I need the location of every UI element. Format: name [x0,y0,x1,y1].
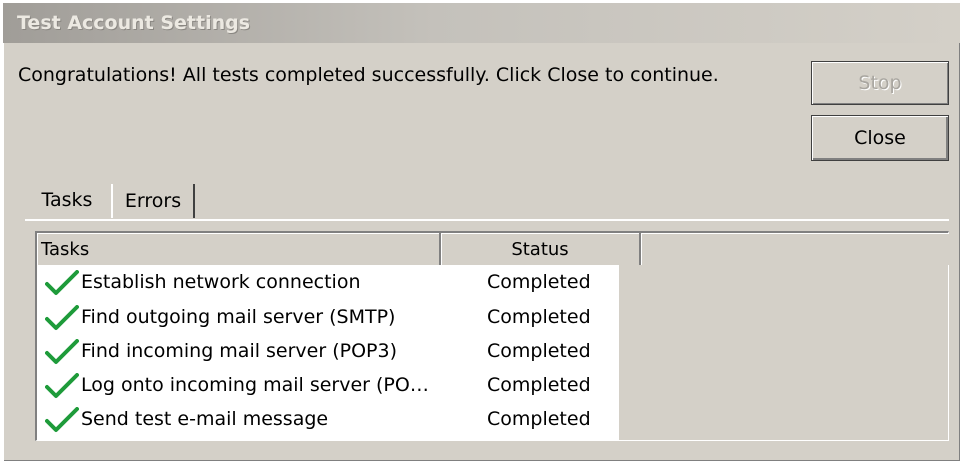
title-bar[interactable]: Test Account Settings [3,3,960,43]
task-name: Find outgoing mail server (SMTP) [81,306,396,328]
column-header-empty [641,233,949,265]
check-icon [45,305,79,330]
stop-button[interactable]: Stop [811,61,949,105]
task-name: Log onto incoming mail server (PO… [81,374,429,396]
tasks-list[interactable]: Tasks Status Establish network connectio… [35,231,949,441]
task-status: Completed [487,271,591,293]
task-name: Find incoming mail server (POP3) [81,340,398,362]
list-header: Tasks Status [37,233,949,265]
tab-tasks[interactable]: Tasks [25,183,109,217]
list-item[interactable]: Find incoming mail server (POP3) Complet… [37,334,619,368]
check-icon [45,407,79,432]
task-status: Completed [487,408,591,430]
check-icon [45,373,79,398]
list-item[interactable]: Find outgoing mail server (SMTP) Complet… [37,300,619,334]
test-account-settings-dialog: Test Account Settings Congratulations! A… [3,3,960,461]
tab-errors[interactable]: Errors [111,184,195,218]
list-rows: Establish network connection Completed F… [37,265,619,441]
task-status: Completed [487,374,591,396]
list-item[interactable]: Establish network connection Completed [37,265,619,299]
task-name: Establish network connection [81,271,361,293]
status-message: Congratulations! All tests completed suc… [18,64,719,86]
list-item[interactable]: Send test e-mail message Completed [37,402,619,436]
column-header-status[interactable]: Status [441,233,641,265]
task-name: Send test e-mail message [81,408,329,430]
column-header-tasks[interactable]: Tasks [37,233,441,265]
list-item[interactable]: Log onto incoming mail server (PO… Compl… [37,368,619,402]
close-button[interactable]: Close [811,115,949,161]
check-icon [45,270,79,295]
task-status: Completed [487,306,591,328]
tab-panel-border [25,219,949,221]
window-title: Test Account Settings [17,12,251,34]
task-status: Completed [487,340,591,362]
check-icon [45,339,79,364]
